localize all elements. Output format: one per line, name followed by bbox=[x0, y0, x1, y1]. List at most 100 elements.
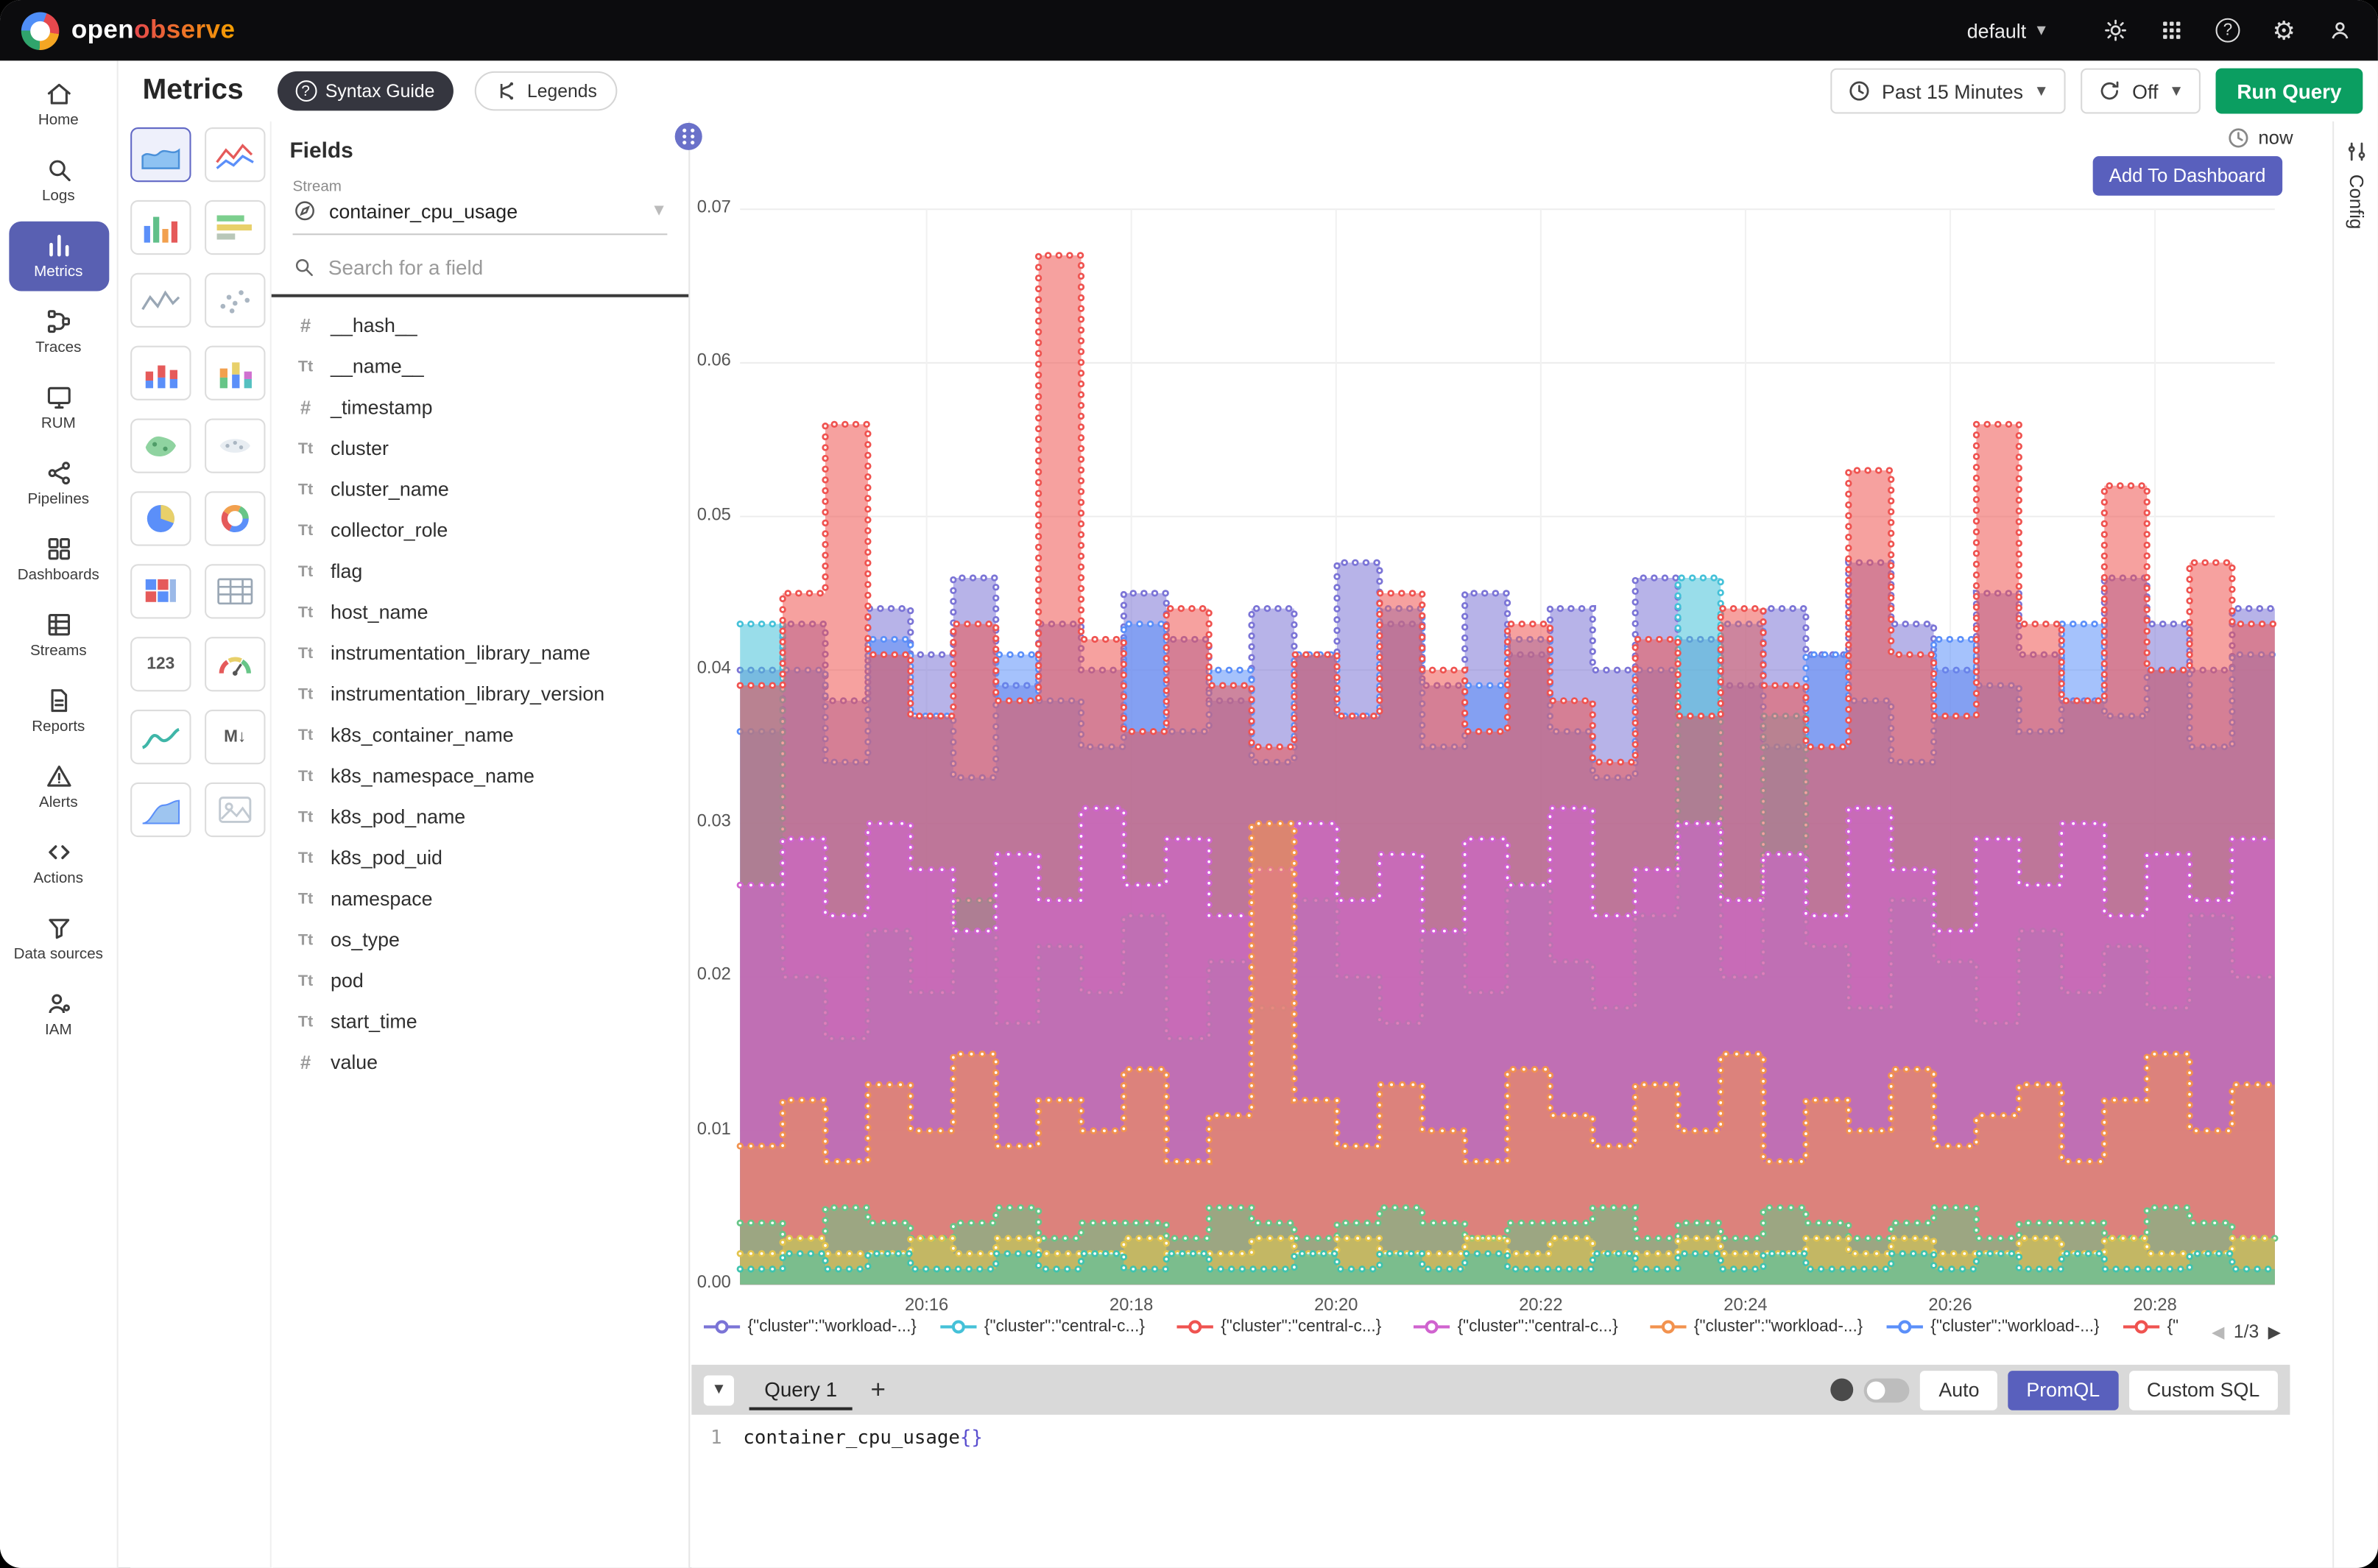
legends-button[interactable]: Legends bbox=[474, 71, 617, 111]
chart-type-table[interactable] bbox=[205, 564, 265, 618]
editor-toggle[interactable] bbox=[1864, 1377, 1910, 1402]
field-item-cluster[interactable]: Ttcluster bbox=[272, 428, 688, 469]
sidebar-item-actions[interactable]: Actions bbox=[8, 828, 108, 898]
chart-type-line[interactable] bbox=[205, 127, 265, 182]
field-item-start_time[interactable]: Ttstart_time bbox=[272, 1001, 688, 1042]
field-name: flag bbox=[331, 559, 362, 582]
custom-sql-mode-button[interactable]: Custom SQL bbox=[2128, 1370, 2278, 1410]
sidebar-item-home[interactable]: Home bbox=[8, 70, 108, 140]
query-tab-1[interactable]: Query 1 bbox=[749, 1370, 853, 1410]
sidebar-item-pipelines[interactable]: Pipelines bbox=[8, 449, 108, 519]
auto-mode-button[interactable]: Auto bbox=[1921, 1370, 1998, 1410]
field-item-k8s_pod_uid[interactable]: Ttk8s_pod_uid bbox=[272, 837, 688, 878]
chart-type-h-bar[interactable] bbox=[205, 200, 265, 255]
chart-type-gauge[interactable] bbox=[205, 637, 265, 691]
field-item-pod[interactable]: Ttpod bbox=[272, 960, 688, 1001]
field-item-instrumentation_library_version[interactable]: Ttinstrumentation_library_version bbox=[272, 674, 688, 715]
field-item-collector_role[interactable]: Ttcollector_role bbox=[272, 509, 688, 551]
sidebar-item-traces[interactable]: Traces bbox=[8, 297, 108, 367]
field-item-_timestamp[interactable]: #_timestamp bbox=[272, 386, 688, 428]
field-item-namespace[interactable]: Ttnamespace bbox=[272, 878, 688, 919]
sidebar-item-dashboards[interactable]: Dashboards bbox=[8, 525, 108, 595]
chart-type-grid[interactable] bbox=[130, 564, 191, 618]
chart-type-pie[interactable] bbox=[130, 491, 191, 545]
legend-next-icon[interactable]: ▶ bbox=[2268, 1321, 2281, 1341]
field-name: k8s_namespace_name bbox=[331, 764, 534, 787]
legend-item[interactable]: {"cluster":"central-c...} bbox=[940, 1318, 1165, 1336]
legend-item[interactable]: {"cluster":"central-c...} bbox=[1176, 1318, 1401, 1336]
syntax-guide-button[interactable]: Syntax Guide bbox=[277, 71, 453, 111]
field-item-flag[interactable]: Ttflag bbox=[272, 551, 688, 592]
config-tab[interactable]: Config bbox=[2332, 121, 2378, 1568]
sidebar-item-iam[interactable]: IAM bbox=[8, 980, 108, 1050]
sidebar-item-data-sources[interactable]: Data sources bbox=[8, 904, 108, 974]
settings-gear-icon[interactable]: ⚙ bbox=[2268, 14, 2301, 47]
x-axis-tick: 20:24 bbox=[1700, 1296, 1791, 1315]
promql-mode-button[interactable]: PromQL bbox=[2008, 1370, 2118, 1410]
add-query-button[interactable]: + bbox=[870, 1374, 885, 1405]
field-item-value[interactable]: #value bbox=[272, 1042, 688, 1083]
legend-prev-icon[interactable]: ◀ bbox=[2212, 1321, 2224, 1341]
field-item-k8s_pod_name[interactable]: Ttk8s_pod_name bbox=[272, 796, 688, 837]
sidebar-item-alerts[interactable]: Alerts bbox=[8, 752, 108, 822]
traces-icon bbox=[45, 308, 72, 335]
legend-item[interactable]: {"cluster":"workload-...} bbox=[704, 1318, 928, 1336]
refresh-interval-selector[interactable]: Off ▼ bbox=[2081, 68, 2201, 114]
function-toggle-icon[interactable] bbox=[1831, 1378, 1854, 1401]
org-selector[interactable]: default ▼ bbox=[1967, 19, 2049, 42]
y-axis-tick: 0.02 bbox=[691, 967, 731, 985]
chart-type-geo-map[interactable] bbox=[130, 419, 191, 473]
field-type-text-icon: Tt bbox=[293, 357, 319, 375]
legend-item[interactable]: {"cluster":"workload-...} bbox=[1887, 1318, 2111, 1336]
chart-type-sparkline[interactable] bbox=[130, 710, 191, 764]
field-item-os_type[interactable]: Ttos_type bbox=[272, 919, 688, 960]
field-item-host_name[interactable]: Tthost_name bbox=[272, 591, 688, 632]
field-item-cluster_name[interactable]: Ttcluster_name bbox=[272, 469, 688, 510]
sidebar-item-rum[interactable]: RUM bbox=[8, 373, 108, 443]
field-item-k8s_namespace_name[interactable]: Ttk8s_namespace_name bbox=[272, 755, 688, 797]
chart-type-scatter-map[interactable] bbox=[205, 419, 265, 473]
theme-toggle-icon[interactable] bbox=[2099, 14, 2132, 47]
query-collapse-button[interactable]: ▼ bbox=[704, 1374, 734, 1405]
chart-type-line-mono[interactable] bbox=[130, 273, 191, 328]
time-range-selector[interactable]: Past 15 Minutes ▼ bbox=[1830, 68, 2066, 114]
chart-type-image[interactable] bbox=[205, 783, 265, 837]
field-search-input[interactable] bbox=[328, 255, 667, 278]
chart-type-stacked-bar[interactable] bbox=[130, 346, 191, 400]
chart-type-trend-area[interactable] bbox=[130, 783, 191, 837]
chart-type-scatter[interactable] bbox=[205, 273, 265, 328]
add-to-dashboard-button[interactable]: Add To Dashboard bbox=[2092, 156, 2282, 196]
legend-marker-icon bbox=[704, 1319, 740, 1335]
apps-grid-icon[interactable] bbox=[2155, 14, 2188, 47]
chart-type-metric-text[interactable]: 123 bbox=[130, 637, 191, 691]
legend-label: {"cluster":"central-c...} bbox=[1221, 1318, 1381, 1336]
panel-drag-handle-icon[interactable] bbox=[675, 123, 702, 150]
field-item-__name__[interactable]: Tt__name__ bbox=[272, 346, 688, 387]
field-item-instrumentation_library_name[interactable]: Ttinstrumentation_library_name bbox=[272, 632, 688, 674]
y-axis-tick: 0.03 bbox=[691, 813, 731, 831]
chart-type-picker: 123 M↓ bbox=[130, 127, 273, 1568]
legend-item[interactable]: {"c bbox=[2123, 1318, 2178, 1336]
metrics-area-chart[interactable] bbox=[740, 200, 2275, 1286]
help-icon[interactable] bbox=[2211, 14, 2244, 47]
sidebar-item-logs[interactable]: Logs bbox=[8, 146, 108, 216]
field-type-text-icon: Tt bbox=[293, 971, 319, 989]
user-avatar-icon[interactable] bbox=[2324, 14, 2357, 47]
sidebar-item-streams[interactable]: Streams bbox=[8, 601, 108, 671]
chart-type-markdown[interactable]: M↓ bbox=[205, 710, 265, 764]
chart-type-donut[interactable] bbox=[205, 491, 265, 545]
sidebar-item-reports[interactable]: Reports bbox=[8, 677, 108, 746]
config-label: Config bbox=[2346, 174, 2367, 229]
run-query-button[interactable]: Run Query bbox=[2215, 68, 2363, 114]
chart-type-area[interactable] bbox=[130, 127, 191, 182]
chart-type-stacked-color[interactable] bbox=[205, 346, 265, 400]
sidebar-item-metrics[interactable]: Metrics bbox=[8, 222, 108, 292]
field-item-__hash__[interactable]: #__hash__ bbox=[272, 305, 688, 346]
legend-item[interactable]: {"cluster":"central-c...} bbox=[1414, 1318, 1638, 1336]
field-item-k8s_container_name[interactable]: Ttk8s_container_name bbox=[272, 714, 688, 755]
stream-selector[interactable]: container_cpu_usage ▼ bbox=[293, 199, 668, 235]
chart-type-bar[interactable] bbox=[130, 200, 191, 255]
query-editor[interactable]: 1 container_cpu_usage{} bbox=[691, 1415, 2332, 1568]
y-axis-tick: 0.05 bbox=[691, 506, 731, 524]
legend-item[interactable]: {"cluster":"workload-...} bbox=[1650, 1318, 1874, 1336]
